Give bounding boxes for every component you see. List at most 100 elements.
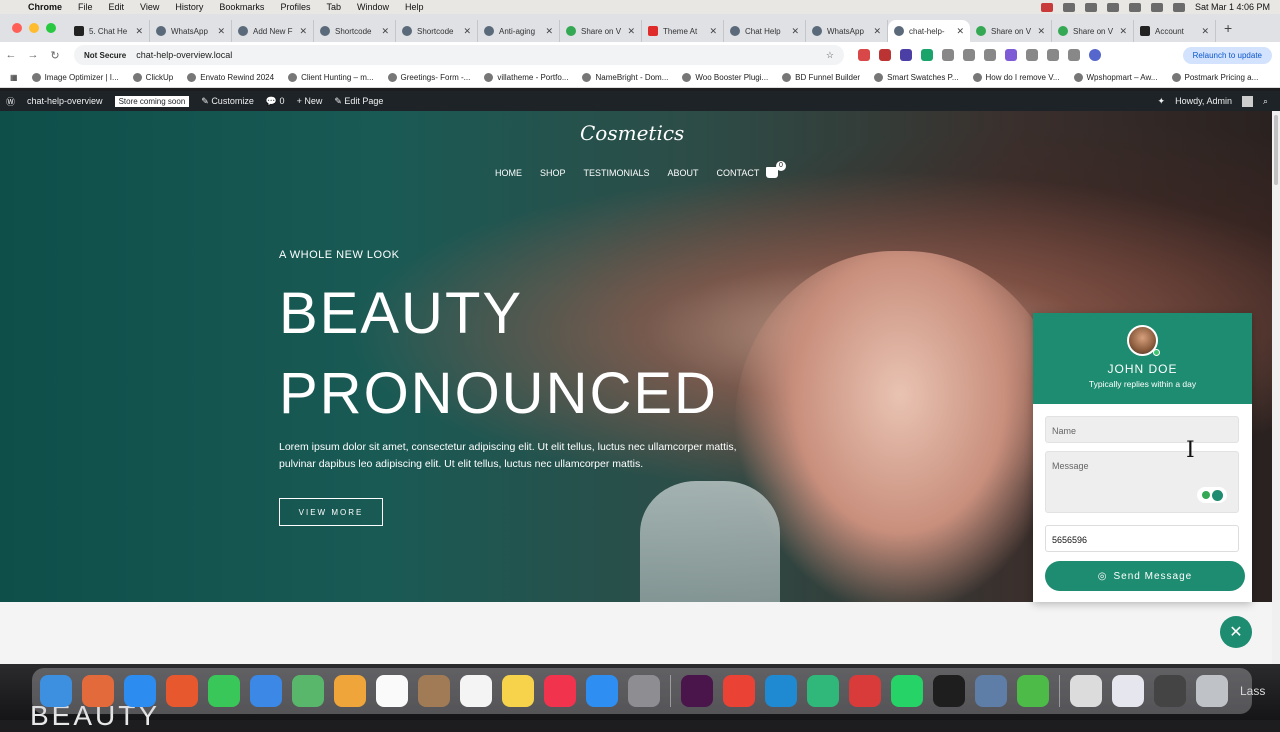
extension-icon[interactable]: [942, 49, 954, 61]
apps-grid-icon[interactable]: ▦: [10, 73, 18, 82]
menu-bookmarks[interactable]: Bookmarks: [219, 2, 264, 12]
extension-icon[interactable]: [900, 49, 912, 61]
status-icon-1[interactable]: [1040, 2, 1053, 12]
whatsapp-dock-icon[interactable]: [891, 675, 923, 707]
puzzle-icon[interactable]: [1047, 49, 1059, 61]
extension-icon[interactable]: [921, 49, 933, 61]
safari-icon[interactable]: [124, 675, 156, 707]
calendar-icon[interactable]: [376, 675, 408, 707]
extension-icon[interactable]: [1005, 49, 1017, 61]
bookmark-item[interactable]: Woo Booster Plugi...: [682, 73, 768, 82]
browser-tab[interactable]: Shortcode ✕: [396, 20, 478, 42]
minimize-window-button[interactable]: [29, 23, 39, 33]
system-settings-icon[interactable]: [628, 675, 660, 707]
photos-icon[interactable]: [334, 675, 366, 707]
sparkle-icon[interactable]: ✦: [1158, 96, 1166, 107]
browser-tab[interactable]: Add New F ✕: [232, 20, 314, 42]
menu-file[interactable]: File: [78, 2, 93, 12]
wp-avatar[interactable]: [1241, 95, 1253, 107]
menu-tab[interactable]: Tab: [326, 2, 341, 12]
firefox-icon[interactable]: [166, 675, 198, 707]
tab-close-icon[interactable]: ✕: [791, 26, 799, 37]
new-tab-icon[interactable]: +: [1224, 20, 1232, 36]
nav-testimonials[interactable]: TESTIMONIALS: [584, 168, 650, 178]
address-bar[interactable]: Not Secure chat-help-overview.local ☆: [74, 45, 844, 65]
bookmark-item[interactable]: Image Optimizer | I...: [31, 73, 119, 82]
menu-history[interactable]: History: [175, 2, 203, 12]
browser-tab[interactable]: Share on V ✕: [1052, 20, 1134, 42]
nav-shop[interactable]: SHOP: [540, 168, 566, 178]
wp-howdy[interactable]: Howdy, Admin: [1175, 96, 1232, 106]
view-more-button[interactable]: VIEW MORE: [279, 498, 383, 526]
messages-icon[interactable]: [208, 675, 240, 707]
send-message-button[interactable]: ◎ Send Message: [1045, 561, 1245, 591]
music-icon[interactable]: [544, 675, 576, 707]
tab-close-icon[interactable]: ✕: [627, 26, 635, 37]
forward-icon[interactable]: →: [22, 49, 44, 61]
bookmark-item[interactable]: Envato Rewind 2024: [187, 73, 274, 82]
finder-icon[interactable]: [40, 675, 72, 707]
browser-tab[interactable]: WhatsApp ✕: [150, 20, 232, 42]
browser-tab[interactable]: Shortcode ✕: [314, 20, 396, 42]
trash-icon[interactable]: [1196, 675, 1228, 707]
tab-close-icon[interactable]: ✕: [1119, 26, 1127, 37]
tab-close-icon[interactable]: ✕: [299, 26, 307, 37]
chrome-icon[interactable]: [723, 675, 755, 707]
reload-icon[interactable]: ↻: [44, 49, 66, 62]
wp-search-icon[interactable]: ⌕: [1263, 96, 1268, 107]
tab-close-icon[interactable]: ✕: [1201, 26, 1209, 37]
nav-home[interactable]: HOME: [495, 168, 522, 178]
extension-icon[interactable]: [858, 49, 870, 61]
menu-profiles[interactable]: Profiles: [280, 2, 310, 12]
security-label[interactable]: Not Secure: [84, 51, 126, 60]
status-icon-5[interactable]: [1128, 2, 1141, 12]
menubar-clock[interactable]: Sat Mar 1 4:06 PM: [1195, 2, 1270, 12]
tab-close-icon[interactable]: ✕: [463, 26, 471, 37]
terminal-icon[interactable]: [933, 675, 965, 707]
extension-icon[interactable]: [984, 49, 996, 61]
chat-close-button[interactable]: ✕: [1220, 616, 1252, 648]
maps-icon[interactable]: [292, 675, 324, 707]
status-icon-3[interactable]: [1084, 2, 1097, 12]
browser-tab[interactable]: Share on V ✕: [970, 20, 1052, 42]
wp-customize-link[interactable]: ✎ Customize: [201, 96, 254, 107]
notes-icon[interactable]: [502, 675, 534, 707]
launchpad-icon[interactable]: [82, 675, 114, 707]
page-scrollbar[interactable]: [1272, 111, 1280, 664]
tab-close-icon[interactable]: ✕: [545, 26, 553, 37]
menu-chrome[interactable]: Chrome: [28, 2, 62, 12]
preview-icon[interactable]: [975, 675, 1007, 707]
tab-close-icon[interactable]: ✕: [381, 26, 389, 37]
scrollbar-thumb[interactable]: [1274, 115, 1278, 185]
nav-contact[interactable]: CONTACT: [717, 168, 760, 178]
menu-edit[interactable]: Edit: [109, 2, 125, 12]
relaunch-button[interactable]: Relaunch to update: [1182, 46, 1272, 64]
tab-close-icon[interactable]: ✕: [217, 26, 225, 37]
bookmark-item[interactable]: NameBright - Dom...: [582, 73, 668, 82]
browser-tab[interactable]: Theme At ✕: [642, 20, 724, 42]
store-status-badge[interactable]: Store coming soon: [114, 95, 190, 107]
download-icon[interactable]: [1068, 49, 1080, 61]
browser-tab[interactable]: Account ✕: [1134, 20, 1216, 42]
zoom-window-button[interactable]: [46, 23, 56, 33]
grammar-assist-icon[interactable]: [1197, 487, 1227, 503]
chat-message-input[interactable]: Message: [1045, 451, 1239, 513]
wp-comments-link[interactable]: 💬 0: [266, 96, 285, 107]
app-icon[interactable]: [849, 675, 881, 707]
close-window-button[interactable]: [12, 23, 22, 33]
wp-new-link[interactable]: + New: [297, 96, 323, 106]
recent-window-icon[interactable]: [1154, 675, 1186, 707]
bookmark-item[interactable]: How do I remove V...: [972, 73, 1060, 82]
tab-close-icon[interactable]: ✕: [709, 26, 717, 37]
app-icon[interactable]: [807, 675, 839, 707]
tab-close-icon[interactable]: ✕: [956, 26, 964, 37]
bookmark-item[interactable]: BD Funnel Builder: [782, 73, 860, 82]
bookmark-item[interactable]: Client Hunting – m...: [288, 73, 374, 82]
search-icon[interactable]: [1172, 2, 1185, 12]
browser-tab[interactable]: WhatsApp ✕: [806, 20, 888, 42]
bookmark-item[interactable]: ClickUp: [132, 73, 173, 82]
browser-tab-active[interactable]: chat-help- ✕: [888, 20, 970, 42]
site-logo[interactable]: Cosmetics: [580, 121, 684, 145]
tab-close-icon[interactable]: ✕: [135, 26, 143, 37]
browser-tab[interactable]: Share on V ✕: [560, 20, 642, 42]
